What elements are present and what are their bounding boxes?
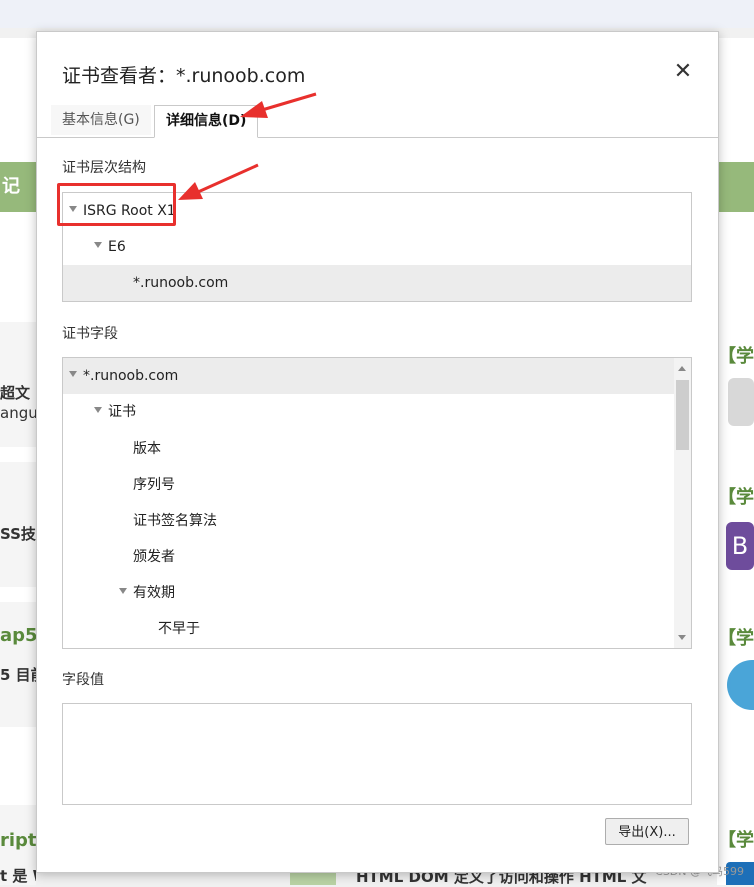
field-item-validity[interactable]: 有效期 <box>63 575 674 611</box>
field-item-not-before[interactable]: 不早于 <box>63 611 674 647</box>
field-item-certificate[interactable]: 证书 <box>63 394 674 430</box>
expand-triangle-icon[interactable] <box>94 242 102 248</box>
expand-triangle-icon[interactable] <box>69 371 77 377</box>
expand-triangle-icon[interactable] <box>94 407 102 413</box>
bottom-thumbnail-icon <box>290 871 336 885</box>
fields-label: 证书字段 <box>62 326 118 342</box>
bg-fragment-hypertext: 超文 <box>0 384 31 402</box>
field-value-label: 字段值 <box>62 672 104 688</box>
certificate-fields-tree[interactable]: *.runoob.com 证书 版本 序列号 证书签名算法 颁发者 有效期 不早… <box>62 357 692 649</box>
bg-fragment-bootstrap-desc: 5 目前 <box>0 666 36 684</box>
bg-fragment-css: SS技 <box>0 525 36 543</box>
tab-bar: 基本信息(G) 详细信息(D) <box>37 89 718 138</box>
expand-triangle-icon[interactable] <box>119 588 127 594</box>
hierarchy-item-label: E6 <box>108 239 126 255</box>
field-item-label: 序列号 <box>133 477 175 493</box>
dialog-title: 证书查看者：*.runoob.com <box>62 65 306 87</box>
bg-fragment-learn-4: 【学 <box>718 830 754 851</box>
bg-fragment-javascript: ript】 <box>0 830 36 851</box>
bg-fragment-note: 记 <box>2 176 20 197</box>
field-item-subject[interactable]: *.runoob.com <box>63 358 674 394</box>
field-item-label: 颁发者 <box>133 549 175 565</box>
scroll-down-arrow-icon[interactable] <box>678 635 686 640</box>
certificate-viewer-dialog: 证书查看者：*.runoob.com ✕ 基本信息(G) 详细信息(D) 证书层… <box>36 31 719 873</box>
bg-fragment-learn-3: 【学 <box>718 628 754 649</box>
scroll-up-arrow-icon[interactable] <box>678 366 686 371</box>
field-item-label: 不早于 <box>158 621 200 637</box>
field-item-serial[interactable]: 序列号 <box>63 467 674 503</box>
field-item-version[interactable]: 版本 <box>63 431 674 467</box>
field-item-label: 版本 <box>133 441 161 457</box>
bg-fragment-learn-2: 【学 <box>718 487 754 508</box>
bg-fragment-bootstrap: ap5 <box>0 625 36 646</box>
css-thumbnail-icon <box>728 378 754 426</box>
fields-scrollbar[interactable] <box>674 358 691 648</box>
field-item-label: *.runoob.com <box>83 368 179 384</box>
bg-fragment-learn-1: 【学 <box>718 346 754 367</box>
field-item-label: 证书 <box>108 404 136 420</box>
tab-basic-info[interactable]: 基本信息(G) <box>51 105 151 135</box>
highlight-rectangle <box>57 183 176 226</box>
field-value-box[interactable] <box>62 703 692 805</box>
browser-top-bar <box>0 0 754 28</box>
bg-fragment-angular: angu <box>0 404 36 422</box>
field-item-label: 证书签名算法 <box>133 513 217 529</box>
bg-green-bar-right <box>717 162 754 212</box>
field-item-issuer[interactable]: 颁发者 <box>63 539 674 575</box>
tab-detail-info[interactable]: 详细信息(D) <box>154 105 259 138</box>
hierarchy-item-label: *.runoob.com <box>133 275 229 291</box>
close-icon[interactable]: ✕ <box>673 61 693 83</box>
scrollbar-thumb[interactable] <box>676 380 689 450</box>
export-button[interactable]: 导出(X)... <box>605 818 689 845</box>
field-item-signature-algorithm[interactable]: 证书签名算法 <box>63 503 674 539</box>
hierarchy-label: 证书层次结构 <box>62 160 146 176</box>
bootstrap-thumbnail-icon: B <box>726 522 754 570</box>
field-item-label: 有效期 <box>133 585 175 601</box>
bg-green-bar-left: 记 <box>0 162 36 212</box>
hierarchy-item-leaf[interactable]: *.runoob.com <box>63 265 691 301</box>
bg-fragment-js-desc: t 是 Web 的编程语言 <box>0 867 36 885</box>
hierarchy-item-intermediate[interactable]: E6 <box>63 229 691 265</box>
